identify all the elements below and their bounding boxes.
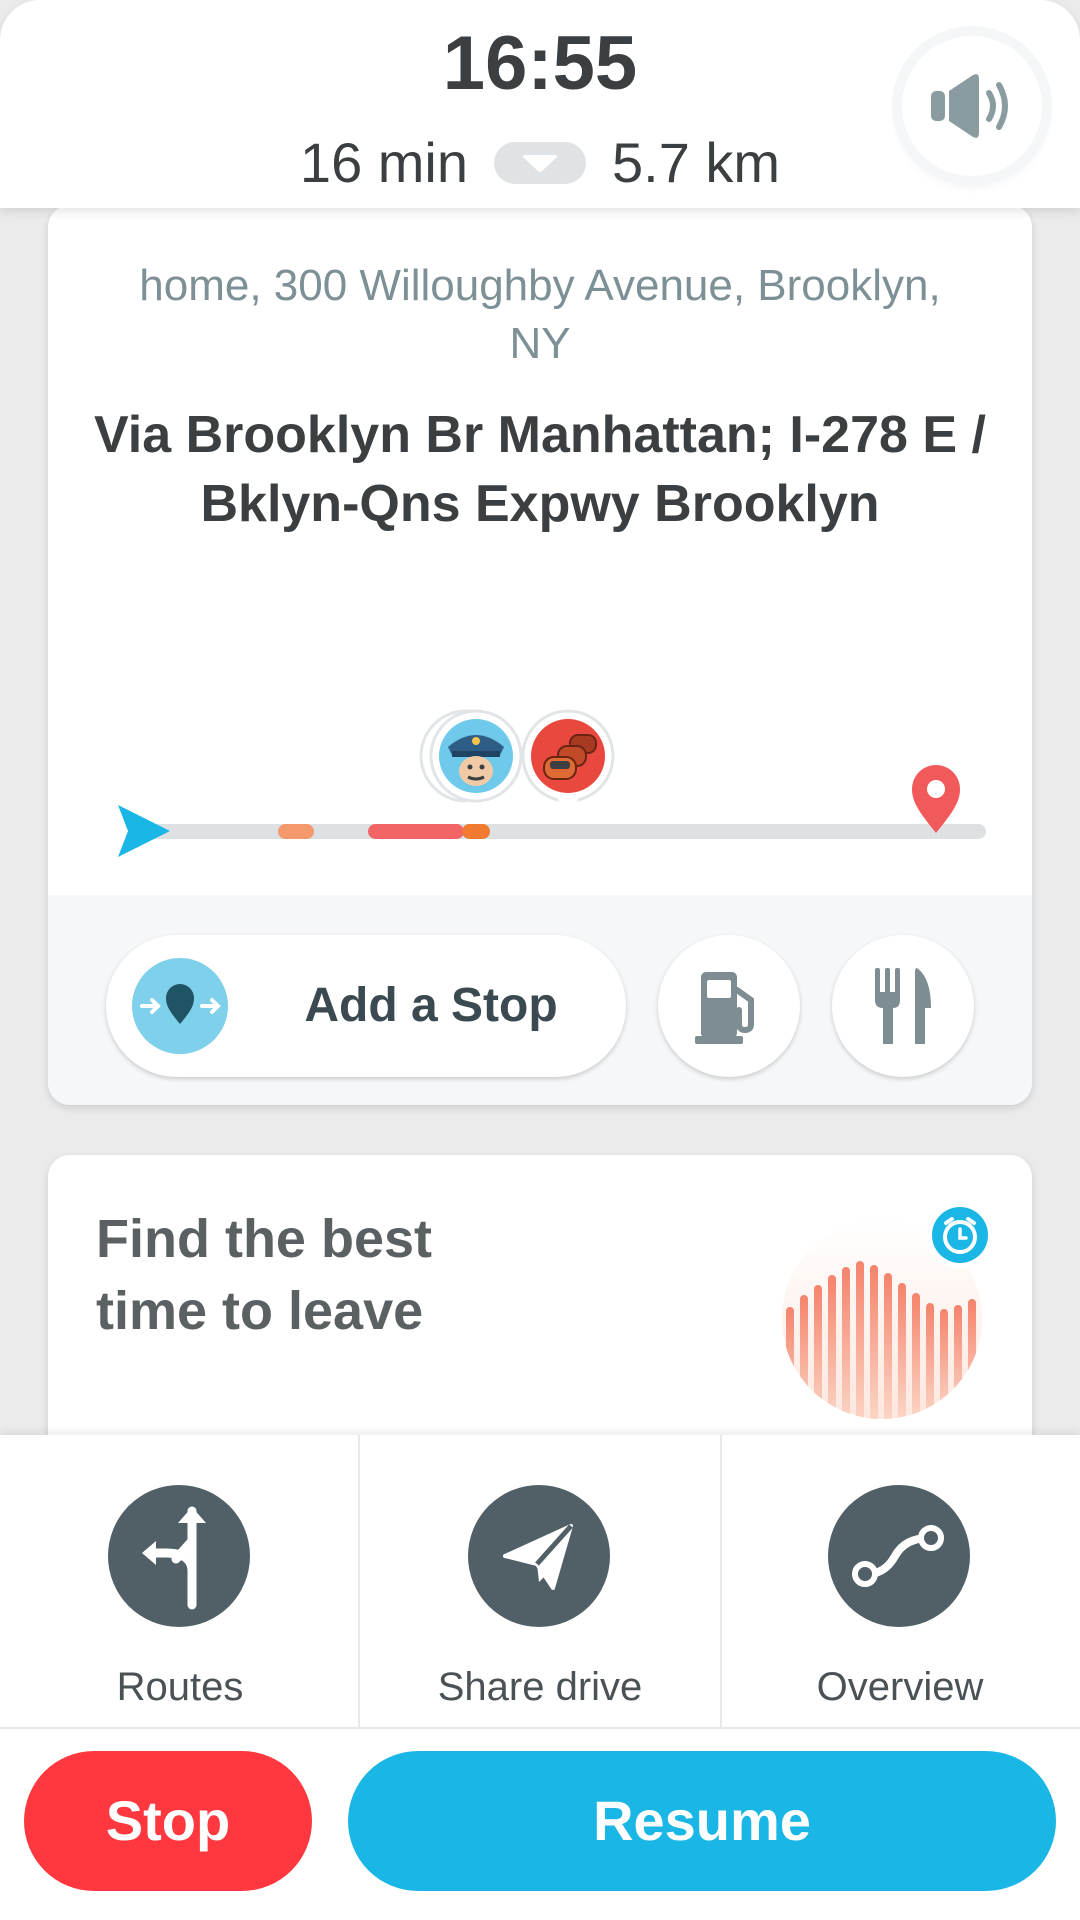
traffic-segment-light	[278, 824, 314, 839]
overview-label: Overview	[816, 1665, 984, 1709]
overview-button[interactable]: Overview	[720, 1435, 1080, 1727]
police-alert-icon	[419, 709, 523, 815]
add-stop-icon	[132, 958, 228, 1054]
share-drive-label: Share drive	[437, 1665, 643, 1709]
routes-label: Routes	[116, 1665, 244, 1709]
fork-knife-icon	[875, 968, 931, 1044]
route-overview-icon	[828, 1485, 970, 1627]
destination-address: home, 300 Willoughby Avenue, Brooklyn, N…	[139, 261, 941, 368]
gas-station-button[interactable]	[658, 935, 800, 1077]
routes-icon	[108, 1485, 250, 1627]
start-arrow-icon	[118, 805, 170, 857]
bottom-panel: Routes Share drive Overview Stop Resume	[0, 1435, 1080, 1920]
eta-header: 16:55 16 min 5.7 km	[0, 0, 1080, 208]
sound-button[interactable]	[902, 36, 1042, 176]
traffic-segment-heavy	[368, 824, 464, 839]
traffic-segment-marker	[462, 824, 490, 839]
trip-distance: 5.7 km	[612, 131, 781, 194]
route-card: home, 300 Willoughby Avenue, Brooklyn, N…	[48, 205, 1032, 1105]
send-icon	[468, 1485, 610, 1627]
traffic-graph-icon	[766, 1199, 1006, 1429]
route-card-actions: Add a Stop	[48, 895, 1032, 1105]
best-time-title: Find the best time to leave	[96, 1209, 432, 1341]
trip-duration: 16 min	[299, 131, 469, 194]
destination-pin-icon	[912, 765, 960, 833]
chevron-down-icon[interactable]	[494, 141, 587, 184]
speaker-icon	[931, 74, 1008, 138]
route-progress	[48, 685, 1032, 885]
food-button[interactable]	[832, 935, 974, 1077]
route-track	[128, 824, 986, 839]
share-drive-button[interactable]: Share drive	[360, 1435, 720, 1727]
resume-button[interactable]: Resume	[348, 1751, 1056, 1891]
route-via: Via Brooklyn Br Manhattan; I-278 E / Bkl…	[94, 406, 986, 533]
gas-pump-icon	[695, 972, 754, 1044]
traffic-jam-alert-icon	[521, 709, 615, 817]
routes-button[interactable]: Routes	[0, 1435, 360, 1727]
divider	[0, 1727, 1080, 1729]
add-stop-button[interactable]: Add a Stop	[106, 935, 626, 1077]
add-stop-label: Add a Stop	[304, 979, 558, 1032]
stop-button[interactable]: Stop	[24, 1751, 312, 1891]
